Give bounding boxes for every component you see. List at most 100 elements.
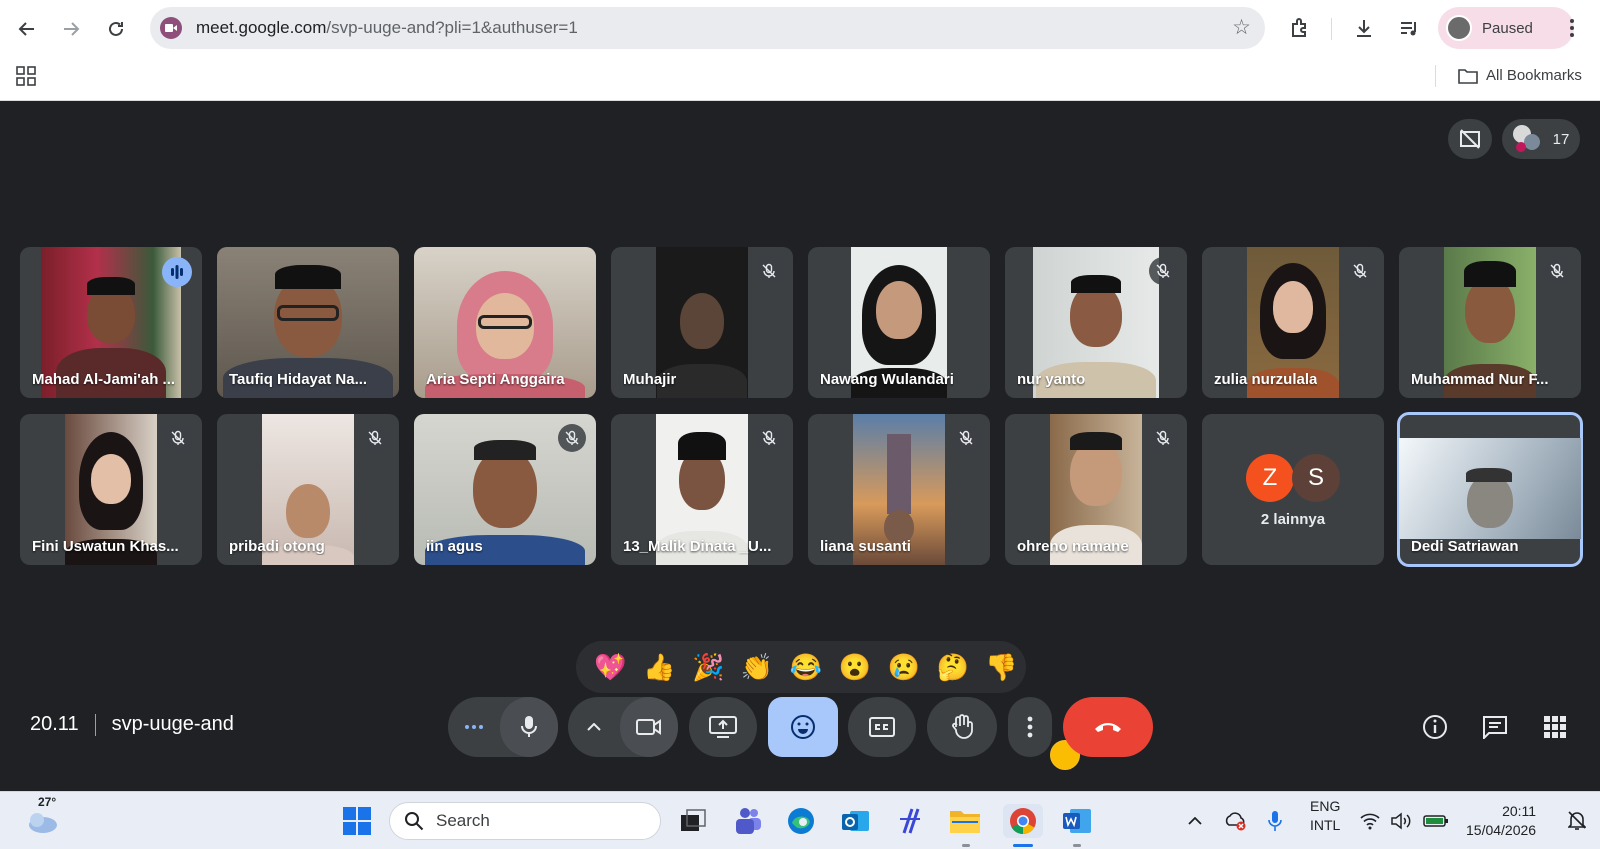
participant-tile[interactable]: Fini Uswatun Khas... [20,414,202,565]
raise-hand-icon[interactable] [927,697,997,757]
mic-off-icon [1346,257,1374,285]
reaction-laughing[interactable]: 😂 [782,645,831,689]
more-options-icon[interactable] [1008,697,1052,757]
all-bookmarks-label: All Bookmarks [1486,67,1582,84]
participant-name: nur yanto [1017,371,1086,388]
weather-widget[interactable] [22,804,62,838]
all-bookmarks-button[interactable]: All Bookmarks [1458,67,1582,84]
participant-name: Muhajir [623,371,677,388]
chrome-icon[interactable] [1003,804,1043,838]
participant-tile[interactable]: nur yanto [1005,247,1187,398]
participant-tile[interactable]: Muhajir [611,247,793,398]
slashes-app-icon[interactable] [893,804,927,838]
edge-icon[interactable] [784,804,818,838]
browser-menu-icon[interactable] [1558,14,1586,42]
apps-grid-icon[interactable] [16,66,36,91]
participant-tile[interactable]: liana susanti [808,414,990,565]
meeting-details-icon[interactable] [1420,712,1450,742]
camera-icon[interactable] [620,697,678,757]
chevron-up-icon[interactable] [568,697,620,757]
outlook-icon[interactable] [838,804,872,838]
download-icon[interactable] [1350,14,1378,42]
taskbar-search[interactable]: Search [389,802,661,840]
extensions-icon[interactable] [1286,14,1314,42]
meeting-code: svp-uuge-and [111,713,234,735]
reaction-thinking[interactable]: 🤔 [928,645,977,689]
start-icon[interactable] [340,804,374,838]
meeting-info: 20.11 svp-uuge-and [30,713,234,736]
mic-icon[interactable] [500,697,558,757]
reaction-thumbs-down[interactable]: 👎 [977,645,1026,689]
search-placeholder: Search [436,811,490,830]
reaction-surprised[interactable]: 😮 [830,645,879,689]
reactions-button[interactable] [768,697,838,757]
participant-tile-self[interactable]: Dedi Satriawan [1397,412,1583,567]
participant-name: Dedi Satriawan [1411,538,1519,555]
notifications-icon[interactable] [1564,804,1590,838]
participant-name: iin agus [426,538,483,555]
speaking-indicator-icon [162,257,192,287]
others-avatar: Z [1246,454,1294,502]
file-explorer-icon[interactable] [948,804,982,838]
participant-tile[interactable]: Nawang Wulandari [808,247,990,398]
end-call-icon[interactable] [1063,697,1153,757]
meeting-time: 20.11 [30,713,79,735]
clock[interactable]: 20:11 15/04/2026 [1466,802,1536,840]
participant-tile[interactable]: pribadi otong [217,414,399,565]
volume-icon[interactable] [1388,804,1414,838]
participant-tile[interactable]: 13_Malik Dinata _U... [611,414,793,565]
forward-icon[interactable] [54,12,88,46]
bookmarks-bar: All Bookmarks [0,56,1600,100]
participant-tile[interactable]: Aria Septi Anggaira [414,247,596,398]
participant-count: 17 [1552,130,1570,148]
microphone-icon[interactable] [1262,804,1288,838]
address-bar[interactable]: meet.google.com/svp-uuge-and?pli=1&authu… [150,7,1265,49]
language-indicator[interactable]: ENG INTL [1310,797,1340,835]
reactions-bar: 💖 👍 🎉 👏 😂 😮 😢 🤔 👎 [576,641,1026,693]
word-icon[interactable] [1060,804,1094,838]
reaction-sparkling-heart[interactable]: 💖 [586,645,635,689]
browser-chrome: meet.google.com/svp-uuge-and?pli=1&authu… [0,0,1600,101]
chat-icon[interactable] [1480,712,1510,742]
reaction-crying[interactable]: 😢 [879,645,928,689]
participant-tile[interactable]: Muhammad Nur F... [1399,247,1581,398]
present-screen-icon[interactable] [689,697,757,757]
profile-button[interactable]: Paused [1438,7,1574,49]
audio-options-icon[interactable] [448,697,500,757]
captions-icon[interactable] [848,697,916,757]
teams-icon[interactable] [730,804,764,838]
chevron-up-icon[interactable] [1182,804,1208,838]
participant-name: Mahad Al-Jami'ah ... [32,371,176,388]
taskbar: 27° Search ENG INTL 20:11 15/04/2026 [0,791,1600,849]
folder-icon [1458,68,1478,84]
task-view-icon[interactable] [676,804,710,838]
camera-off-icon[interactable] [1448,119,1492,159]
participant-tile[interactable]: zulia nurzulala [1202,247,1384,398]
participant-tile[interactable]: Mahad Al-Jami'ah ... [20,247,202,398]
participant-tile[interactable]: iin agus [414,414,596,565]
participant-name: liana susanti [820,538,911,555]
others-tile[interactable]: Z S 2 lainnya [1202,414,1384,565]
back-icon[interactable] [10,12,44,46]
participant-avatars [1512,125,1543,153]
meet-site-icon [160,17,182,39]
mic-off-icon [755,257,783,285]
mic-off-icon [1149,257,1177,285]
participant-tile[interactable]: ohreno namane [1005,414,1187,565]
media-control-icon[interactable] [1395,14,1423,42]
onedrive-error-icon[interactable] [1222,804,1250,838]
participant-name: Muhammad Nur F... [1411,371,1549,388]
reaction-clapping[interactable]: 👏 [733,645,782,689]
battery-icon[interactable] [1421,804,1451,838]
reaction-party-popper[interactable]: 🎉 [684,645,733,689]
reaction-thumbs-up[interactable]: 👍 [635,645,684,689]
meet-stage: 17 Mahad Al-Jami'ah ... Taufiq Hidayat N… [0,101,1600,791]
participant-tile[interactable]: Taufiq Hidayat Na... [217,247,399,398]
profile-status: Paused [1482,19,1533,37]
reload-icon[interactable] [99,12,133,46]
bookmark-star-icon[interactable]: ☆ [1232,15,1251,40]
participant-name: 13_Malik Dinata _U... [623,538,772,555]
participants-button[interactable]: 17 [1502,119,1580,159]
wifi-icon[interactable] [1357,804,1383,838]
activities-grid-icon[interactable] [1540,712,1570,742]
